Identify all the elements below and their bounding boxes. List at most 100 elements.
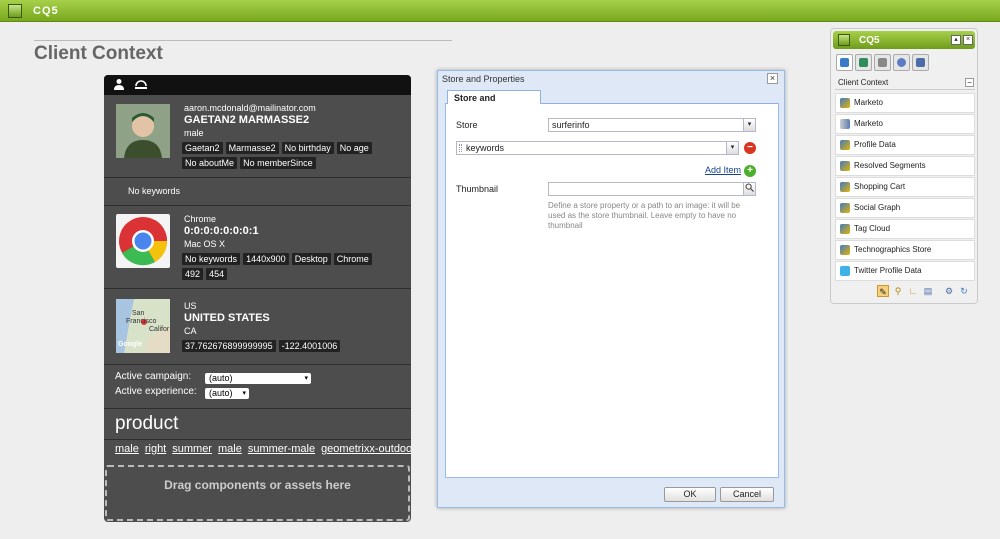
sidekick-item[interactable]: Technographics Store — [835, 240, 975, 260]
profile-section: aaron.mcdonald@mailinator.com GAETAN2 MA… — [104, 95, 411, 178]
collapse-icon[interactable]: ▴ — [951, 35, 961, 45]
tab-information[interactable] — [874, 54, 891, 71]
remove-icon[interactable]: − — [744, 142, 756, 154]
sidekick-mode-toolbar: ✎ ⚲ ∟ ▤ ⚙ ↻ — [875, 285, 975, 301]
preview-mode-icon[interactable]: ⚲ — [892, 285, 904, 297]
close-icon[interactable]: × — [963, 35, 973, 45]
cancel-button[interactable]: Cancel — [720, 487, 774, 502]
profile-avatar[interactable] — [116, 104, 170, 158]
store-properties-dialog: Store and Properties × Store and Propert… — [437, 70, 785, 508]
collapse-icon[interactable]: − — [965, 78, 974, 87]
drop-zone[interactable]: Drag components or assets here — [105, 465, 410, 521]
component-icon — [840, 161, 850, 171]
geolocation-section: San Francisco Califor Google US UNITED S… — [104, 289, 411, 365]
store-select[interactable]: surferinfo ▾ — [548, 118, 756, 132]
sidekick-header[interactable]: CQ5 ▴ × — [833, 31, 975, 49]
profile-email: aaron.mcdonald@mailinator.com — [184, 103, 316, 113]
user-icon[interactable] — [112, 78, 126, 92]
geo-tag: 37.762676899999995 — [182, 340, 276, 352]
product-heading: product — [115, 413, 179, 434]
sidekick-item[interactable]: Social Graph — [835, 198, 975, 218]
sidekick-item-label: Profile Data — [854, 140, 896, 149]
thumbnail-input[interactable] — [548, 182, 756, 196]
title-divider — [34, 40, 452, 41]
sidekick-tabs — [834, 54, 974, 72]
browser-tag: Chrome — [333, 253, 372, 265]
chevron-down-icon: ▾ — [304, 375, 308, 382]
close-icon[interactable]: × — [767, 73, 778, 84]
browser-os: Mac OS X — [184, 239, 226, 249]
sidekick-item[interactable]: Marketo — [835, 93, 975, 113]
sidekick-item[interactable]: Twitter Profile Data — [835, 261, 975, 281]
clock-icon — [897, 58, 906, 67]
geo-region: CA — [184, 326, 197, 336]
segment-link[interactable]: right — [145, 443, 166, 455]
drag-handle-icon[interactable] — [459, 144, 462, 152]
sidekick-panel: CQ5 ▴ × Client Context − Marketo Marketo… — [830, 28, 978, 304]
campaign-value: (auto) — [209, 373, 233, 383]
add-item-link[interactable]: Add Item — [705, 165, 741, 175]
geo-country: UNITED STATES — [184, 312, 270, 324]
settings-icon[interactable]: ⚙ — [943, 285, 955, 297]
edit-mode-icon[interactable]: ✎ — [877, 285, 889, 297]
browser-name: Chrome — [184, 214, 217, 224]
design-mode-icon[interactable]: ∟ — [907, 285, 919, 297]
bar-chart-icon — [840, 119, 850, 129]
segment-link[interactable]: male — [115, 443, 139, 455]
experience-label: Active experience: — [115, 386, 197, 397]
segment-link[interactable]: male — [218, 443, 242, 455]
component-icon — [840, 140, 850, 150]
profile-name: GAETAN2 MARMASSE2 — [184, 114, 310, 126]
tab-page[interactable] — [855, 54, 872, 71]
keywords-text: No keywords — [128, 186, 181, 196]
ok-button[interactable]: OK — [664, 487, 716, 502]
component-icon — [840, 98, 850, 108]
thumbnail-label: Thumbnail — [456, 184, 499, 194]
campaign-select[interactable]: (auto) ▾ — [205, 373, 311, 384]
tab-components[interactable] — [836, 54, 853, 71]
chevron-down-icon: ▾ — [726, 142, 738, 154]
sidekick-item[interactable]: Shopping Cart — [835, 177, 975, 197]
browser-ip: 0:0:0:0:0:0:0:1 — [184, 225, 259, 237]
tab-store-properties[interactable]: Store and Properties — [447, 90, 541, 117]
tab-versioning[interactable] — [893, 54, 910, 71]
dialog-title: Store and Properties — [442, 74, 525, 84]
sidekick-section-label: Client Context — [838, 78, 889, 87]
browser-tags: No keywords 1440x900 Desktop Chrome 492 … — [182, 253, 382, 283]
sidekick-item-label: Tag Cloud — [854, 224, 891, 233]
sidekick-item-label: Twitter Profile Data — [854, 266, 922, 275]
profile-tag: No birthday — [281, 142, 334, 154]
add-icon[interactable]: + — [744, 165, 756, 177]
location-map[interactable]: San Francisco Califor Google — [116, 299, 170, 353]
sidekick-item-label: Marketo — [854, 98, 883, 107]
tab-workflow[interactable] — [912, 54, 929, 71]
sidekick-item[interactable]: Marketo — [835, 114, 975, 134]
segment-link[interactable]: summer — [172, 443, 212, 455]
top-toolbar: CQ5 — [0, 0, 1000, 22]
experience-select[interactable]: (auto) ▾ — [205, 388, 249, 399]
keyword-value: keywords — [466, 143, 505, 153]
campaign-label: Active campaign: — [115, 371, 192, 382]
sidekick-item[interactable]: Profile Data — [835, 135, 975, 155]
segments-divider — [104, 439, 411, 440]
dialog-tab-strip: Store and Properties — [445, 88, 779, 117]
sidekick-item-label: Shopping Cart — [854, 182, 906, 191]
keyword-select[interactable]: keywords ▾ — [456, 141, 739, 155]
sidekick-item[interactable]: Resolved Segments — [835, 156, 975, 176]
scaffolding-icon[interactable]: ▤ — [922, 285, 934, 297]
map-label: Francisco — [126, 318, 157, 325]
chevron-down-icon: ▾ — [242, 390, 246, 397]
sidekick-item[interactable]: Tag Cloud — [835, 219, 975, 239]
cq5-logo-icon — [838, 34, 850, 46]
segment-link[interactable]: geometrixx-outdoors — [321, 443, 411, 455]
sidekick-item-label: Marketo — [854, 119, 883, 128]
sidekick-component-list: Marketo Marketo Profile Data Resolved Se… — [835, 93, 975, 282]
search-icon[interactable] — [743, 183, 755, 195]
refresh-icon[interactable]: ↻ — [958, 285, 970, 297]
load-profile-icon[interactable] — [134, 78, 148, 92]
segment-link[interactable]: summer-male — [248, 443, 315, 455]
component-icon — [840, 203, 850, 213]
browser-section: Chrome 0:0:0:0:0:0:0:1 Mac OS X No keywo… — [104, 206, 411, 289]
dialog-body: Store surferinfo ▾ keywords ▾ − Add Item… — [445, 104, 779, 478]
segments-section: product male right summer male summer-male ge… — [104, 409, 411, 465]
